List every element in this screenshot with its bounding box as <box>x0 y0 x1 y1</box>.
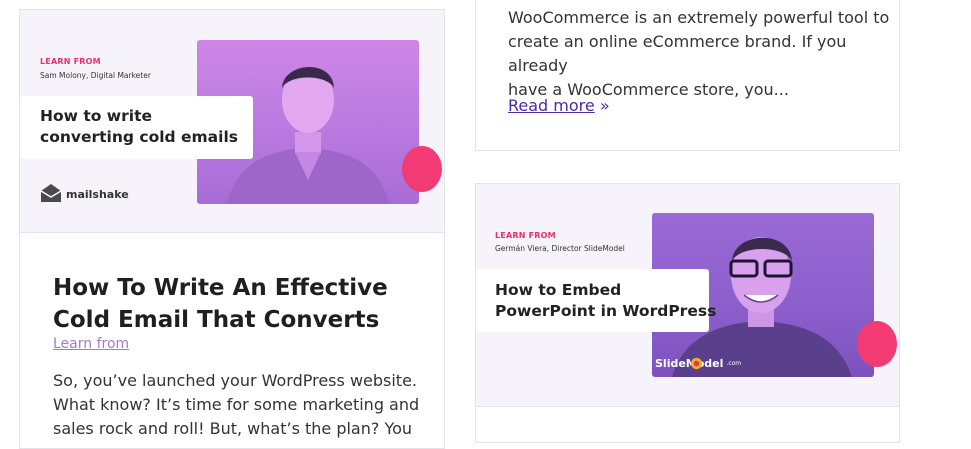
decorative-circle <box>857 321 897 367</box>
read-more-label: Read more <box>508 96 595 115</box>
excerpt-line: create an online eCommerce brand. If you… <box>508 32 847 75</box>
banner-learn-from-label: LEARN FROM <box>40 57 101 66</box>
banner-author: Germán Viera, Director SlideModel <box>495 244 625 253</box>
mailshake-icon <box>40 183 62 206</box>
post-excerpt: WooCommerce is an extremely powerful too… <box>508 6 893 102</box>
post-card-cold-email: LEARN FROM Sam Molony, Digital Marketer … <box>19 9 445 449</box>
banner-title-line-2: PowerPoint in WordPress <box>495 302 717 320</box>
slidemodel-logo: SlideModel .com <box>652 357 741 370</box>
post-card-powerpoint: LEARN FROM Germán Viera, Director SlideM… <box>475 183 900 443</box>
post-thumbnail[interactable]: LEARN FROM Germán Viera, Director SlideM… <box>476 184 899 407</box>
mailshake-wordmark: mailshake <box>66 188 129 201</box>
banner-title-line-1: How to Embed <box>495 281 622 299</box>
chevron-double-right-icon: » <box>599 96 610 115</box>
banner-learn-from-label: LEARN FROM <box>495 231 556 240</box>
post-card-woocommerce: WooCommerce is an extremely powerful too… <box>475 0 900 151</box>
post-excerpt: So, you’ve launched your WordPress websi… <box>53 369 433 441</box>
excerpt-line: WooCommerce is an extremely powerful too… <box>508 8 890 27</box>
banner-author: Sam Molony, Digital Marketer <box>40 71 151 80</box>
banner-title: How to Embed PowerPoint in WordPress <box>495 280 716 322</box>
excerpt-line: sales rock and roll! But, what’s the pla… <box>53 419 413 438</box>
banner-title-line-1: How to write <box>40 107 152 125</box>
mailshake-logo: mailshake <box>40 183 129 206</box>
banner-title: How to write converting cold emails <box>40 106 238 148</box>
post-thumbnail[interactable]: LEARN FROM Sam Molony, Digital Marketer … <box>20 10 444 233</box>
banner-title-line-2: converting cold emails <box>40 128 238 146</box>
excerpt-line: What know? It’s time for some marketing … <box>53 395 420 414</box>
read-more-link[interactable]: Read more » <box>508 96 610 115</box>
category-link[interactable]: Learn from <box>53 336 129 352</box>
post-title[interactable]: How To Write An Effective Cold Email Tha… <box>53 272 433 336</box>
excerpt-line: So, you’ve launched your WordPress websi… <box>53 371 418 390</box>
decorative-circle <box>402 146 442 192</box>
